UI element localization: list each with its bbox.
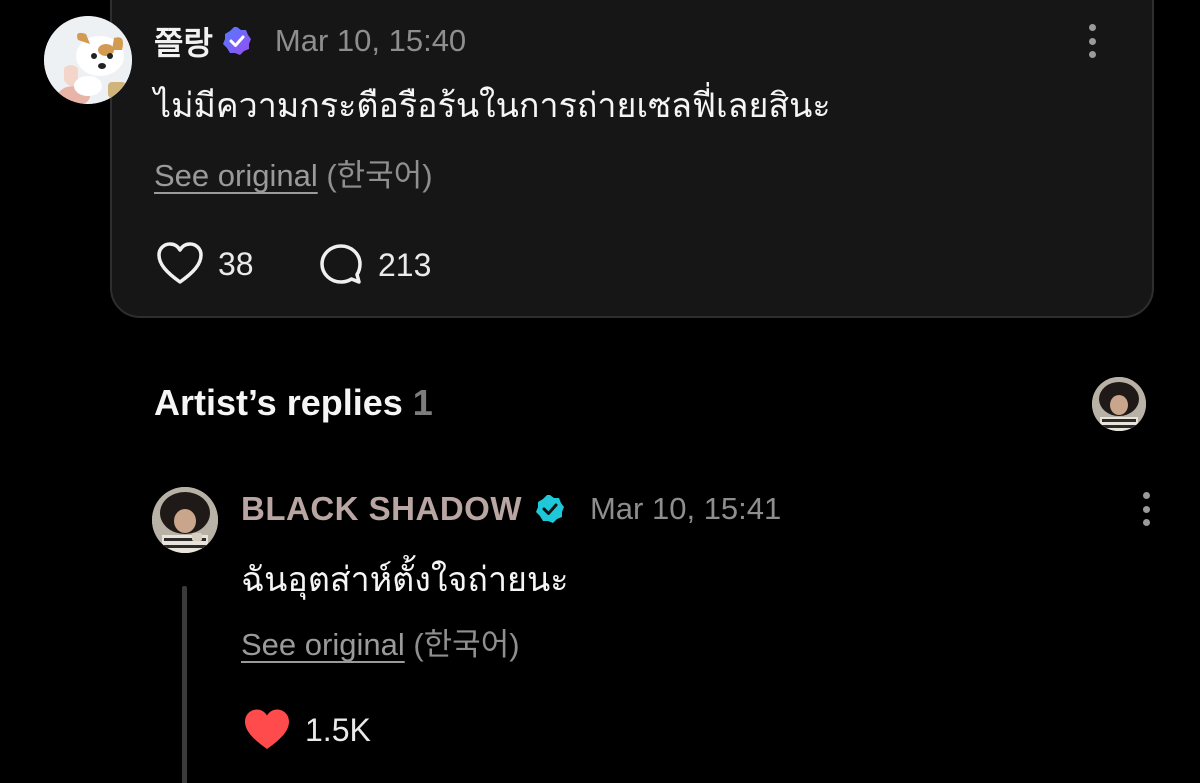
heart-outline-icon [157,242,203,284]
original-language-label: (한국어) [326,158,433,193]
comment-timestamp: Mar 10, 15:40 [274,23,467,58]
like-count: 38 [218,245,254,282]
reply-count-button[interactable]: 213 [318,242,431,288]
reply-like-button[interactable]: 1.5K [243,708,371,752]
comment-text: ไม่มีความกระตือรือร้นในการถ่ายเซลฟี่เลยส… [154,87,831,125]
reply-count: 213 [378,246,432,283]
kebab-menu-icon[interactable] [1141,492,1151,526]
comment-bubble-icon [320,244,362,284]
verified-badge-icon [221,25,253,57]
comment-see-original: See original (한국어) [154,150,433,195]
original-language-label: (한국어) [413,627,520,662]
like-button[interactable]: 38 [156,242,254,286]
reply-timestamp: Mar 10, 15:41 [589,491,782,526]
commenter-avatar[interactable] [44,16,132,104]
artist-avatar-small[interactable] [1092,377,1146,431]
verified-badge-icon [534,493,566,525]
reply-text: ฉันอุตส่าห์ตั้งใจถ่ายนะ [241,561,569,599]
reply-header: BLACK SHADOW Mar 10, 15:41 [241,488,781,530]
comment-author-name[interactable]: 쫄랑 [154,18,213,64]
reply-like-count: 1.5K [305,711,371,748]
reply-author-avatar[interactable] [152,487,218,553]
comment-thread-page: 쫄랑 Mar 10, 15:40 ไม่มีความกระตือรือร้นใน… [0,0,1200,783]
reply-author-name[interactable]: BLACK SHADOW [241,490,522,528]
section-count: 1 [412,382,433,423]
section-title-text: Artist’s replies [154,382,403,423]
heart-filled-icon [245,709,289,749]
kebab-menu-icon[interactable] [1087,24,1097,58]
thread-line [182,586,187,783]
see-original-link[interactable]: See original [154,158,318,193]
comment-header: 쫄랑 Mar 10, 15:40 [154,20,466,62]
reply-see-original: See original (한국어) [241,619,520,664]
section-title: Artist’s replies 1 [154,382,433,424]
see-original-link[interactable]: See original [241,627,405,662]
